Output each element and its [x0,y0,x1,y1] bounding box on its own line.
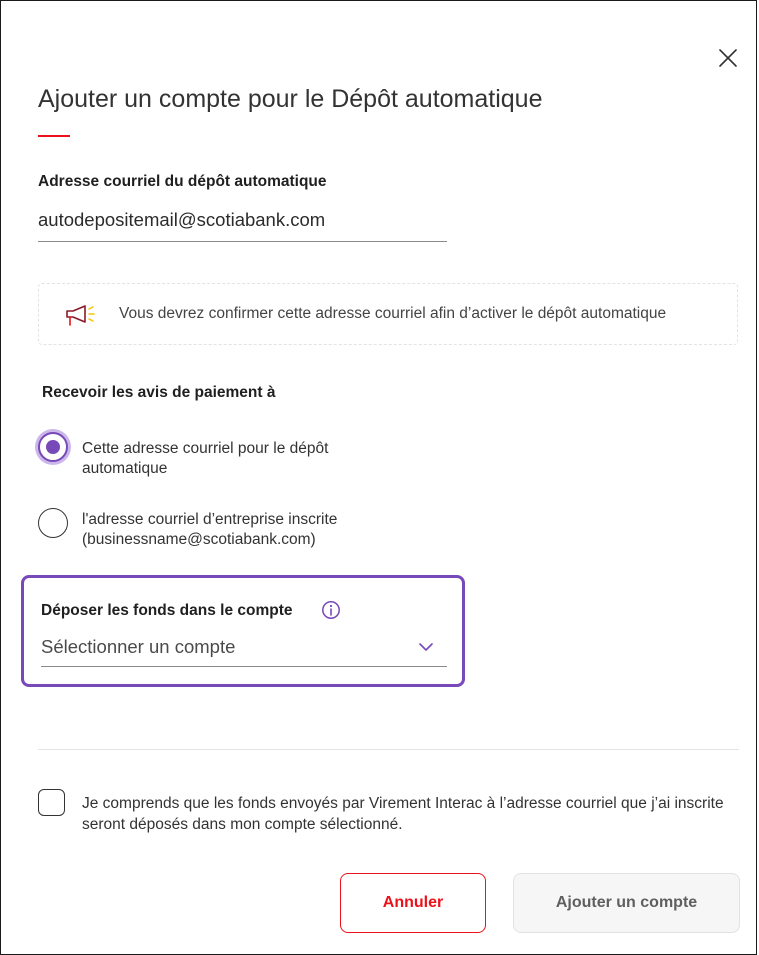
cancel-button[interactable]: Annuler [340,873,486,933]
close-icon[interactable] [717,47,739,69]
dialog-title: Ajouter un compte pour le Dépôt automati… [38,85,543,113]
radio-business-email[interactable] [38,508,68,538]
email-field-label: Adresse courriel du dépôt automatique [38,173,327,190]
add-account-dialog: Ajouter un compte pour le Dépôt automati… [0,0,757,955]
radio-autodeposit-email-label[interactable]: Cette adresse courriel pour le dépôt aut… [82,439,402,479]
add-account-button[interactable]: Ajouter un compte [513,873,740,933]
radio-autodeposit-email[interactable] [38,432,68,462]
section-divider [38,749,739,750]
notifications-label: Recevoir les avis de paiement à [42,384,276,401]
consent-text[interactable]: Je comprends que les fonds envoyés par V… [82,793,742,835]
email-field-underline [38,241,447,242]
radio-business-email-label[interactable]: l'adresse courriel d’entreprise inscrite… [82,510,422,550]
title-accent-line [38,135,70,137]
account-select[interactable]: Sélectionner un compte [41,628,447,667]
account-select-placeholder: Sélectionner un compte [41,636,236,657]
deposit-account-section: Déposer les fonds dans le compte Sélecti… [21,575,465,687]
email-field[interactable]: autodepositemail@scotiabank.com [38,209,325,231]
info-icon[interactable] [321,600,341,620]
deposit-account-label: Déposer les fonds dans le compte [41,602,293,619]
consent-checkbox[interactable] [38,789,65,816]
chevron-down-icon [419,643,433,651]
confirmation-notice: Vous devrez confirmer cette adresse cour… [38,283,738,345]
notice-text: Vous devrez confirmer cette adresse cour… [119,305,667,322]
megaphone-icon [66,305,95,326]
